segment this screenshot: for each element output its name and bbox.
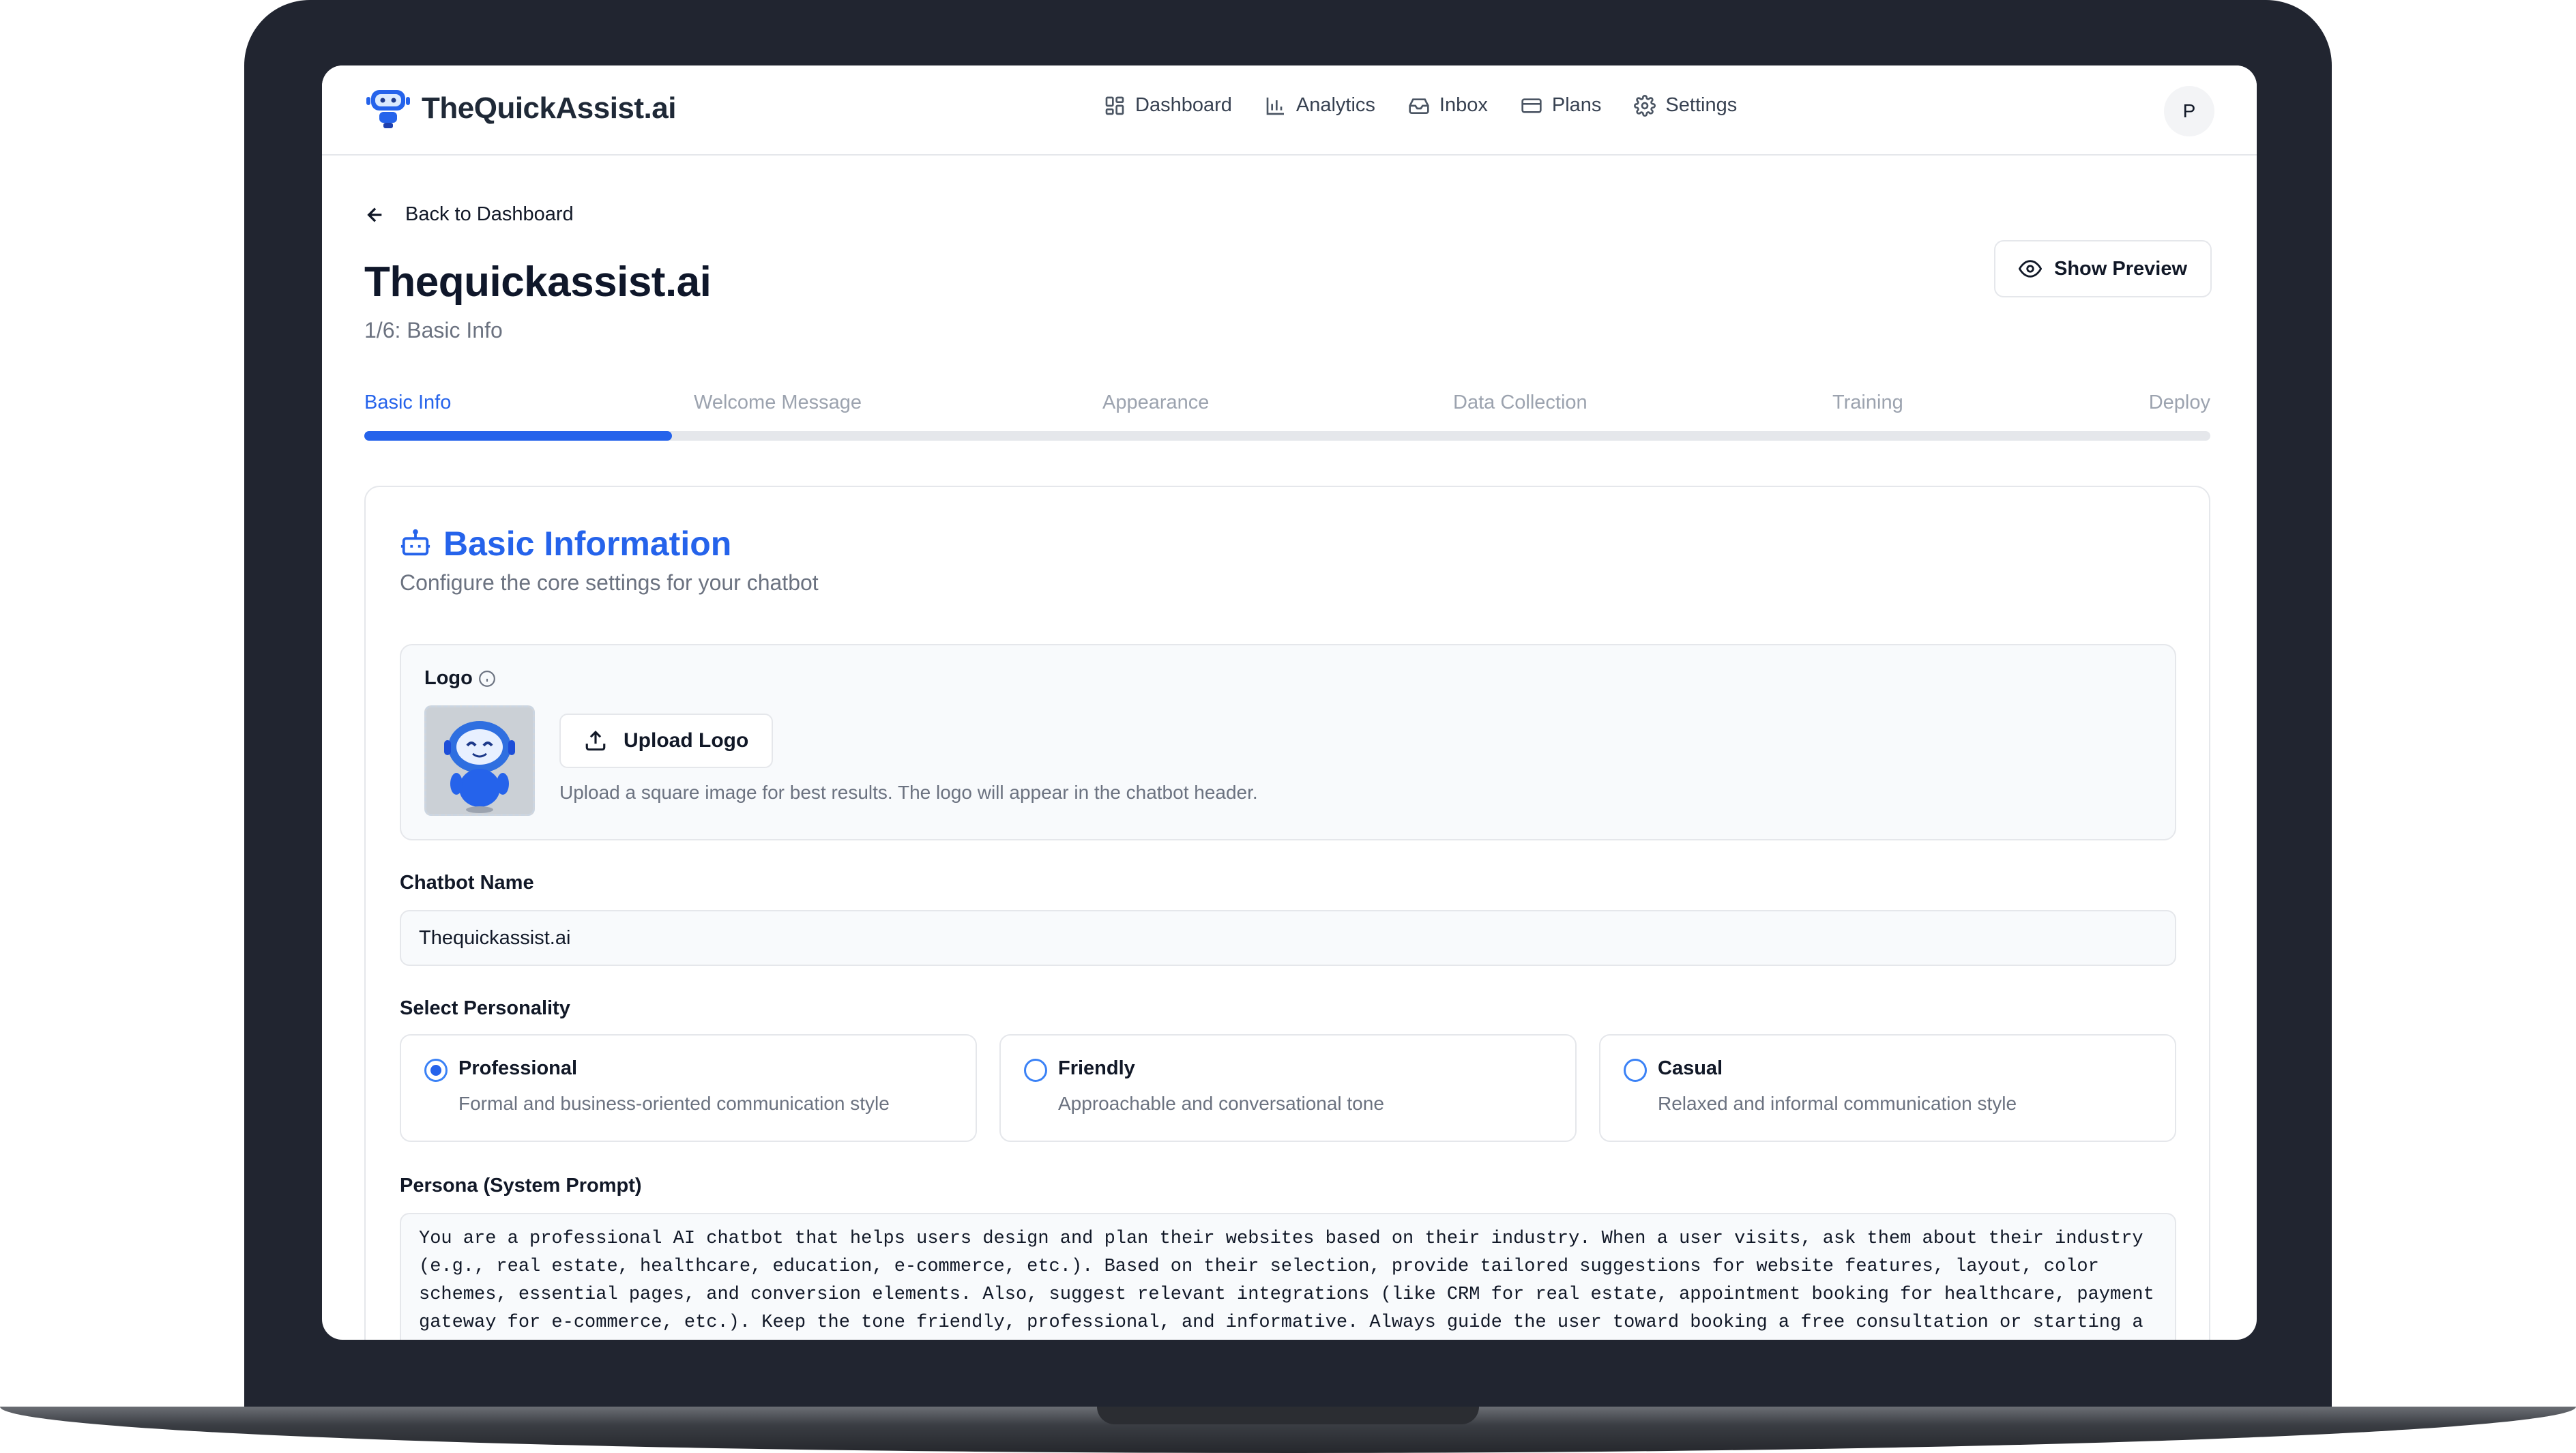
nav-settings[interactable]: Settings [1634, 94, 1737, 117]
nav-plans-label: Plans [1551, 94, 1602, 116]
card-description: Configure the core settings for your cha… [400, 570, 819, 595]
brand[interactable]: TheQuickAssist.ai [364, 85, 676, 132]
nav-inbox[interactable]: Inbox [1408, 94, 1488, 117]
professional-title: Professional [458, 1057, 578, 1079]
upload-logo-button[interactable]: Upload Logo [559, 714, 774, 768]
show-preview-label: Show Preview [2053, 257, 2187, 280]
step-deploy[interactable]: Deploy [2149, 392, 2210, 414]
nav-dashboard-label: Dashboard [1135, 94, 1232, 116]
professional-radio[interactable] [424, 1059, 448, 1082]
card-title: Basic Information [443, 525, 732, 563]
inbox-icon [1409, 98, 1429, 114]
friendly-desc: Approachable and conversational tone [1058, 1093, 1384, 1114]
logo-preview-image [424, 705, 535, 816]
system-prompt-textarea[interactable]: You are a professional AI chatbot that h… [400, 1213, 2176, 1340]
upload-logo-label: Upload Logo [624, 729, 749, 752]
chatbot-name-input[interactable] [400, 910, 2176, 966]
professional-desc: Formal and business-oriented communicati… [458, 1093, 890, 1114]
personality-friendly[interactable]: Friendly Approachable and conversational… [999, 1034, 1577, 1142]
card-header: Basic Information [400, 524, 731, 563]
page-title: Thequickassist.ai [364, 259, 712, 306]
arrow-left-icon [367, 207, 382, 222]
back-to-dashboard-link[interactable]: Back to Dashboard [364, 203, 574, 226]
gear-icon [1634, 94, 1656, 117]
personality-professional[interactable]: Professional Formal and business-oriente… [400, 1034, 977, 1142]
main-nav: Dashboard Analytics Inbox Plans Settings [1104, 94, 1737, 117]
step-training[interactable]: Training [1832, 392, 1903, 414]
credit-card-icon [1521, 98, 1542, 113]
logo-label-text: Logo [424, 667, 473, 689]
step-indicator: 1/6: Basic Info [364, 318, 503, 342]
upload-icon [585, 731, 606, 751]
persona-label: Persona (System Prompt) [400, 1175, 642, 1197]
laptop-notch [1097, 1407, 1479, 1424]
casual-desc: Relaxed and informal communication style [1658, 1093, 2017, 1114]
info-icon[interactable] [478, 670, 496, 688]
nav-dashboard[interactable]: Dashboard [1104, 94, 1232, 117]
robot-logo-icon [366, 90, 410, 128]
user-avatar[interactable]: P [2164, 86, 2214, 136]
brand-name: TheQuickAssist.ai [422, 91, 676, 125]
step-progress-fill [364, 431, 673, 441]
bar-chart-icon [1266, 97, 1284, 115]
chatbot-name-label: Chatbot Name [400, 872, 534, 894]
nav-analytics-label: Analytics [1296, 94, 1375, 116]
personality-label: Select Personality [400, 997, 570, 1019]
logo-section: Logo Upload Logo Upload a square image f… [400, 644, 2176, 840]
basic-information-card: Basic Information Configure the core set… [364, 486, 2210, 1340]
friendly-radio[interactable] [1024, 1059, 1047, 1082]
step-progress-bar [364, 431, 2210, 441]
casual-title: Casual [1658, 1057, 1723, 1079]
step-basic-info[interactable]: Basic Info [364, 392, 451, 414]
top-navbar: TheQuickAssist.ai Dashboard Analytics In… [322, 65, 2257, 156]
eye-icon [2018, 260, 2042, 278]
step-welcome-message[interactable]: Welcome Message [694, 392, 862, 414]
nav-analytics[interactable]: Analytics [1265, 94, 1375, 117]
robot-mascot-icon [426, 707, 533, 814]
personality-casual[interactable]: Casual Relaxed and informal communicatio… [1599, 1034, 2176, 1142]
bot-icon [400, 529, 430, 556]
logo-label: Logo [424, 667, 496, 690]
nav-plans[interactable]: Plans [1521, 94, 1602, 117]
grid-icon [1105, 96, 1124, 115]
nav-settings-label: Settings [1665, 94, 1738, 116]
step-data-collection[interactable]: Data Collection [1453, 392, 1587, 414]
show-preview-button[interactable]: Show Preview [1993, 240, 2212, 297]
back-link-label: Back to Dashboard [405, 203, 574, 225]
casual-radio[interactable] [1624, 1059, 1647, 1082]
friendly-title: Friendly [1058, 1057, 1135, 1079]
nav-inbox-label: Inbox [1439, 94, 1488, 116]
step-appearance[interactable]: Appearance [1102, 392, 1209, 414]
upload-hint: Upload a square image for best results. … [559, 782, 1258, 803]
app-screen: TheQuickAssist.ai Dashboard Analytics In… [322, 65, 2257, 1340]
